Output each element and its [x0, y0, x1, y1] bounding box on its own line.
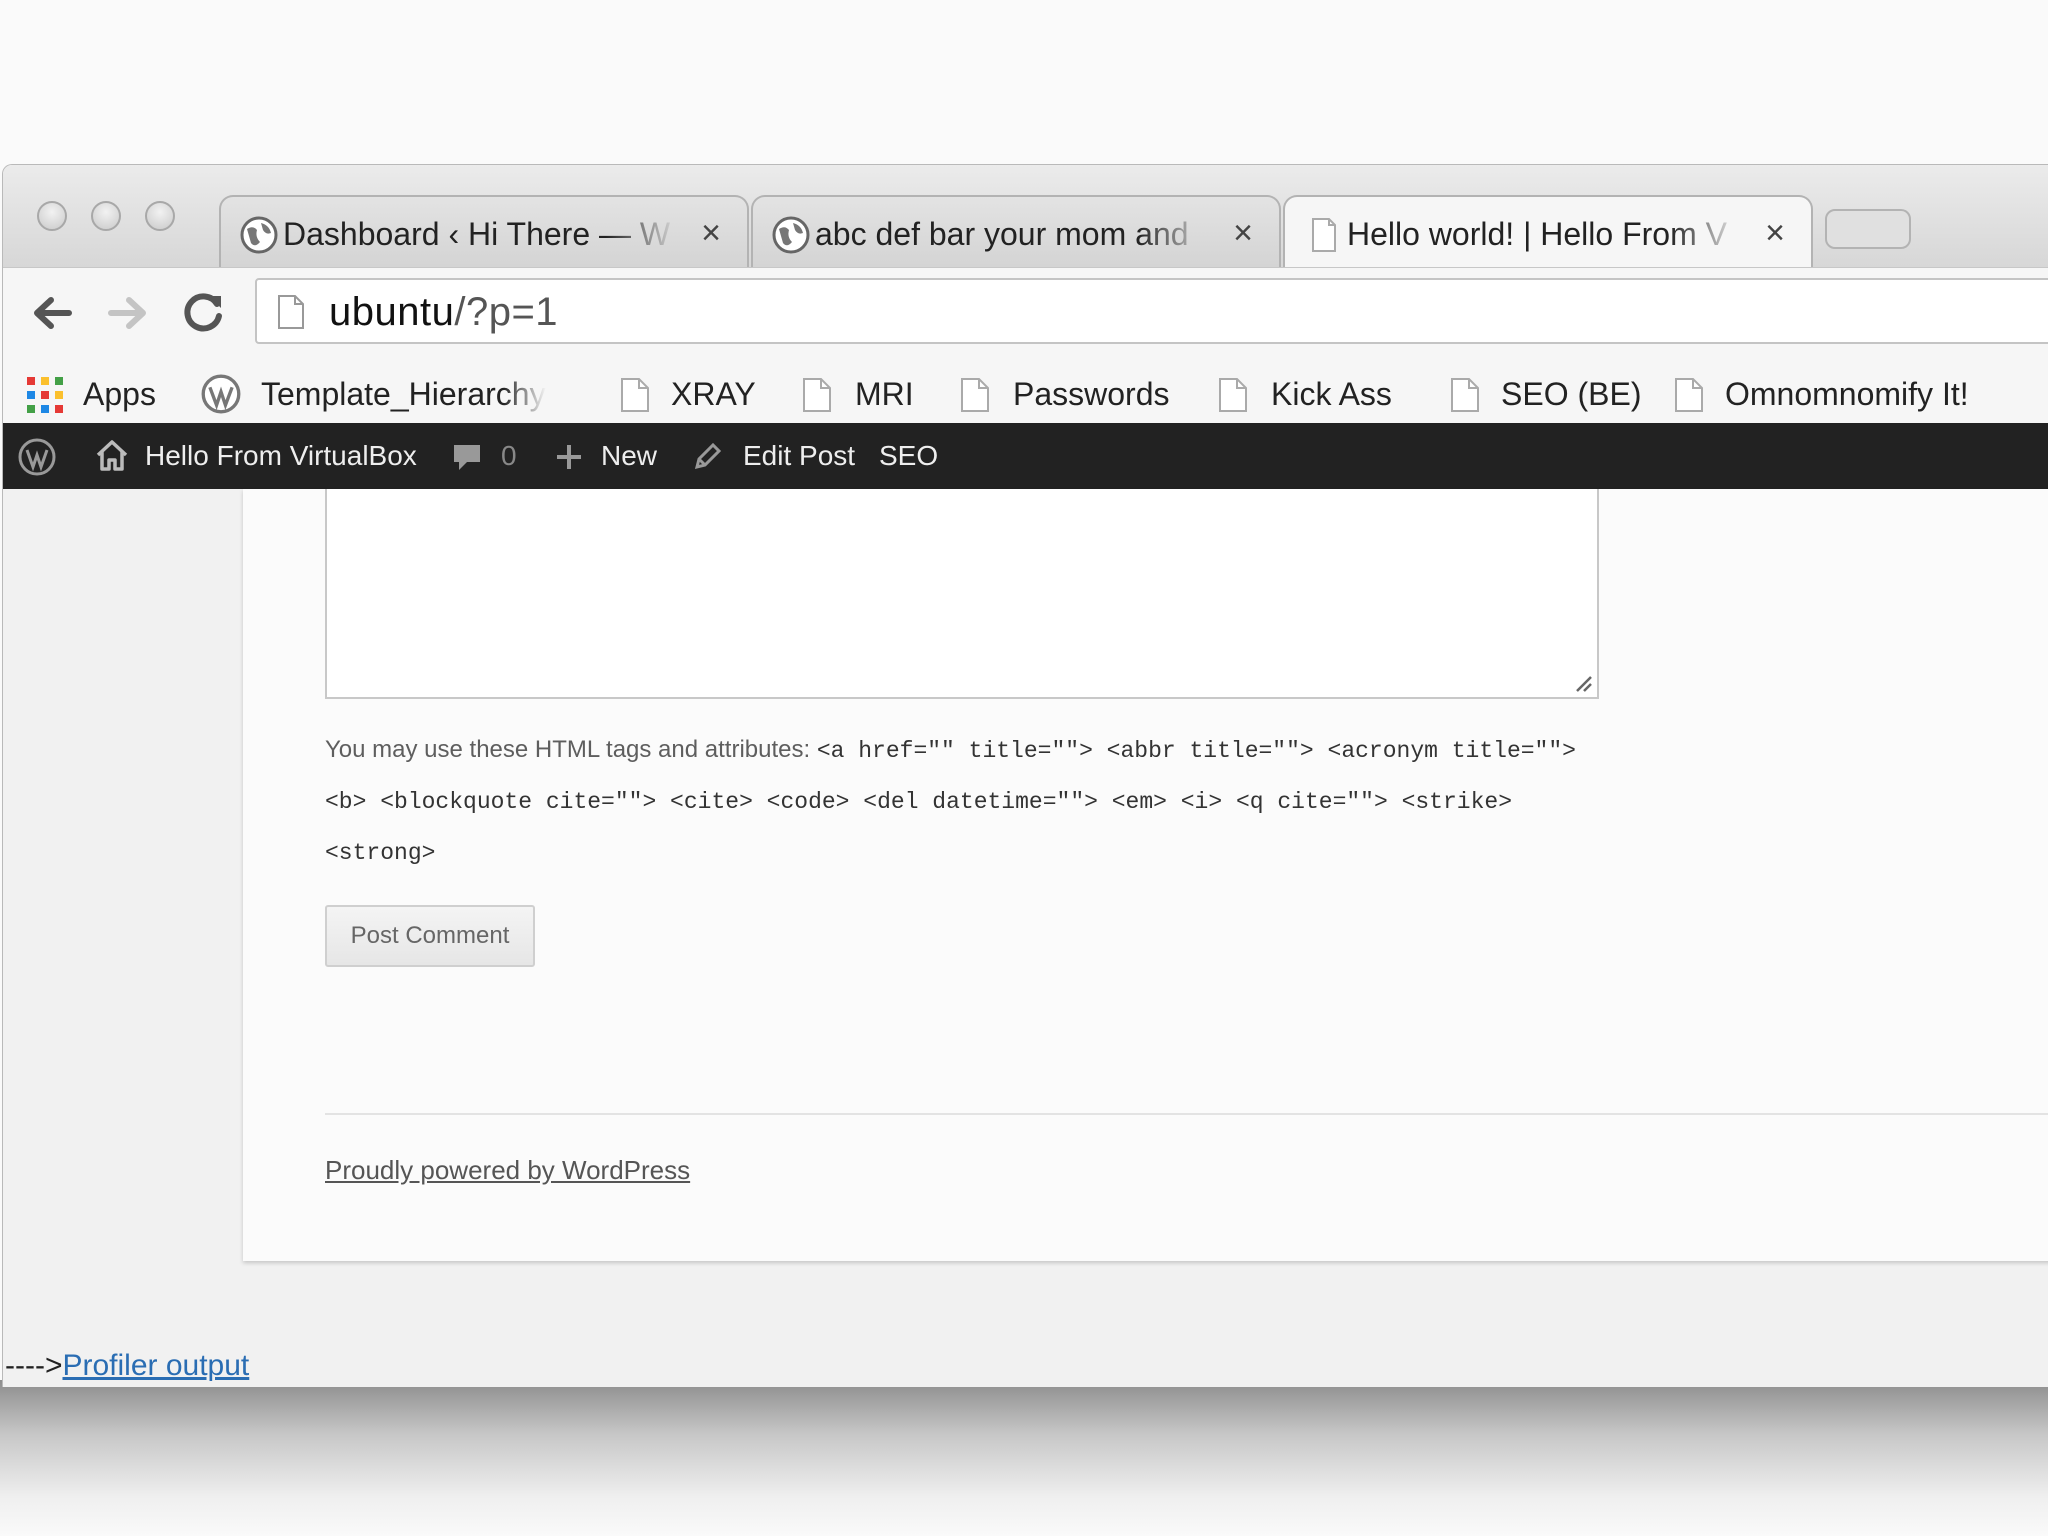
page-icon [961, 378, 989, 412]
wp-admin-bar: Hello From VirtualBox 0 New Edit Post SE… [3, 423, 2048, 489]
wordpress-globe-icon [240, 216, 278, 254]
pencil-icon [694, 442, 722, 470]
tab-close-icon[interactable]: × [1759, 216, 1791, 250]
page-icon [1675, 378, 1703, 412]
site-content: You may use these HTML tags and attribut… [243, 489, 2048, 1261]
allowed-tags-code: <b> <blockquote cite=""> <cite> <code> <… [325, 789, 1512, 815]
post-comment-button[interactable]: Post Comment [325, 905, 535, 967]
resize-grip-icon[interactable] [1571, 671, 1593, 693]
page-viewport: You may use these HTML tags and attribut… [3, 489, 2048, 1387]
comment-bubble-icon [454, 445, 480, 470]
adminbar-comments[interactable]: 0 [451, 423, 531, 489]
url-host: ubuntu [329, 290, 455, 334]
plus-icon [557, 445, 581, 469]
adminbar-edit-post[interactable]: Edit Post [693, 423, 856, 489]
footer-divider [325, 1113, 2048, 1115]
allowed-tags-line-2: <b> <blockquote cite=""> <cite> <code> <… [325, 776, 1765, 827]
profiler-output-link[interactable]: Profiler output [62, 1349, 249, 1382]
tab-dashboard[interactable]: Dashboard ‹ Hi There — W × [219, 195, 749, 267]
url-text: ubuntu/?p=1 [329, 288, 558, 336]
wordpress-globe-icon [772, 216, 810, 254]
allowed-tags-note: You may use these HTML tags and attribut… [325, 725, 1765, 878]
bookmark-template-hierarchy[interactable]: Template_Hierarchy [201, 369, 571, 419]
comment-textarea[interactable] [325, 489, 1599, 699]
close-window-button[interactable] [37, 201, 67, 231]
apps-grid-icon [27, 377, 63, 413]
browser-window: Dashboard ‹ Hi There — W × abc def bar y… [2, 164, 2048, 1387]
allowed-tags-line-3: <strong> [325, 827, 1765, 878]
profiler-prefix: ----> [5, 1349, 63, 1382]
powered-by-wordpress-link[interactable]: Proudly powered by WordPress [325, 1155, 690, 1186]
bookmark-label: Template_Hierarchy [261, 376, 546, 412]
tab-title: Dashboard ‹ Hi There — W [283, 216, 671, 252]
page-icon [1219, 378, 1247, 412]
bookmark-label: SEO (BE) [1501, 376, 1642, 412]
adminbar-site-name: Hello From VirtualBox [145, 440, 417, 471]
window-shadow [0, 1380, 2048, 1536]
page-icon [1312, 218, 1336, 252]
page-icon [803, 378, 831, 412]
forward-arrow-icon[interactable] [101, 286, 155, 340]
zoom-window-button[interactable] [145, 201, 175, 231]
allowed-tags-intro: You may use these HTML tags and attribut… [325, 736, 811, 763]
home-icon [96, 440, 128, 471]
tab-close-icon[interactable]: × [695, 216, 727, 250]
browser-toolbar: ubuntu/?p=1 [3, 267, 2048, 356]
adminbar-seo[interactable]: SEO [879, 423, 938, 489]
bookmark-label: Omnomnomify It! [1725, 376, 1969, 412]
profiler-output-line: ---->Profiler output [5, 1349, 249, 1383]
allowed-tags-code: <strong> [325, 840, 436, 866]
tab-title: Hello world! | Hello From V [1347, 216, 1727, 252]
bookmark-label: Apps [83, 376, 156, 412]
tab-title: abc def bar your mom and [815, 216, 1189, 252]
adminbar-new-label: New [601, 440, 658, 471]
new-tab-button[interactable] [1825, 209, 1911, 249]
page-icon [621, 378, 649, 412]
adminbar-edit-label: Edit Post [743, 440, 856, 471]
page-icon [1451, 378, 1479, 412]
allowed-tags-code: <a href="" title=""> <abbr title=""> <ac… [816, 738, 1576, 764]
tab-strip: Dashboard ‹ Hi There — W × abc def bar y… [3, 165, 2048, 267]
reload-icon[interactable] [177, 286, 231, 340]
bookmark-label: MRI [855, 376, 914, 412]
tab-close-icon[interactable]: × [1227, 216, 1259, 250]
bookmark-label: Passwords [1013, 376, 1170, 412]
wordpress-logo-icon[interactable] [17, 437, 57, 477]
address-bar[interactable]: ubuntu/?p=1 [255, 278, 2048, 344]
bookmark-label: Kick Ass [1271, 376, 1392, 412]
tab-abc-def[interactable]: abc def bar your mom and × [751, 195, 1281, 267]
tab-hello-world[interactable]: Hello world! | Hello From V × [1283, 195, 1813, 267]
minimize-window-button[interactable] [91, 201, 121, 231]
bookmark-label: XRAY [671, 376, 756, 412]
page-icon [278, 295, 304, 329]
back-arrow-icon[interactable] [25, 286, 79, 340]
url-path: /?p=1 [454, 290, 559, 334]
adminbar-comments-count: 0 [501, 440, 517, 471]
allowed-tags-line-1: You may use these HTML tags and attribut… [325, 725, 1765, 776]
adminbar-new[interactable]: New [555, 423, 675, 489]
wordpress-logo-icon [201, 374, 241, 414]
